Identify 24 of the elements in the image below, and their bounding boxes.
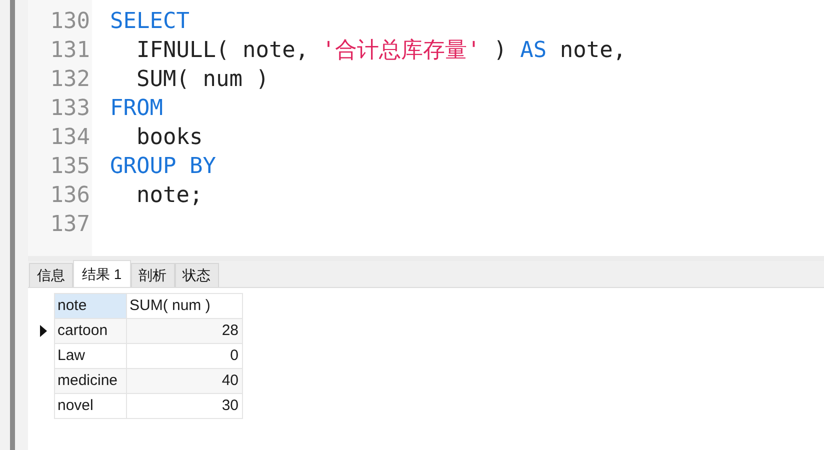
column-header[interactable]: note [54,294,126,318]
line-number: 130 [50,8,90,36]
line-number: 132 [50,66,90,94]
result-tab[interactable]: 结果 1 [73,260,131,287]
line-number: 136 [50,182,90,210]
table-cell: 30 [126,394,242,418]
result-tab[interactable]: 状态 [174,263,219,287]
code-line: note; [135,182,204,210]
code-line: GROUP BY [110,153,217,181]
column-header[interactable]: SUM( num ) [126,294,242,318]
code-line: FROM [110,95,164,123]
result-tab[interactable]: 信息 [29,263,73,287]
code-line: books [135,124,204,152]
code-line: IFNULL( note, '合计总库存量' ) AS note, [135,37,628,65]
line-number: 131 [50,37,90,65]
line-number: 137 [50,211,90,239]
line-number: 134 [50,124,90,152]
line-number: 135 [50,153,90,181]
table-cell: novel [54,394,126,418]
code-line: SELECT [110,8,190,36]
line-number: 133 [50,95,90,123]
table-row[interactable]: cartoon 28 [40,318,242,344]
result-tab[interactable]: 剖析 [130,263,175,287]
code-line: SUM( num ) [135,66,270,94]
